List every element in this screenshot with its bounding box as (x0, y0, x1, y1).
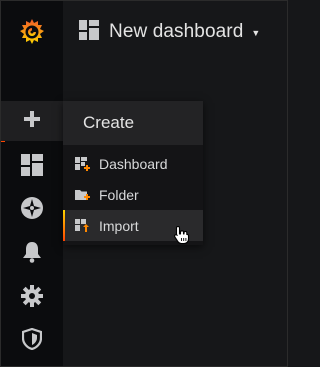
menu-item-label: Dashboard (99, 155, 168, 172)
chevron-down-icon[interactable]: ▼ (251, 28, 260, 38)
folder-add-icon (75, 188, 91, 202)
menu-item-dashboard[interactable]: Dashboard (63, 148, 203, 179)
explore-button[interactable] (1, 190, 63, 230)
bell-icon (22, 241, 42, 268)
hand-pointer-cursor-icon (173, 225, 191, 250)
create-menu: Create Dashboard Folder Import (63, 101, 203, 245)
dashboard-grid-icon (79, 19, 99, 45)
menu-item-label: Folder (99, 186, 139, 203)
shield-icon (21, 327, 43, 355)
compass-icon (20, 196, 44, 225)
alerting-button[interactable] (1, 234, 63, 274)
import-icon (75, 218, 91, 233)
top-navbar: New dashboard ▼ (63, 1, 287, 63)
menu-item-label: Import (99, 217, 139, 234)
dashboards-icon (21, 153, 43, 181)
plus-icon (23, 110, 41, 133)
grafana-logo[interactable] (1, 9, 63, 55)
app-frame: New dashboard ▼ Create Dashboard Folder … (0, 0, 288, 367)
configuration-button[interactable] (1, 278, 63, 318)
dashboards-button[interactable] (1, 147, 63, 187)
sidebar (1, 1, 63, 366)
create-button[interactable] (1, 101, 63, 141)
create-menu-header[interactable]: Create (63, 101, 203, 145)
dashboard-add-icon (75, 156, 91, 171)
menu-item-folder[interactable]: Folder (63, 179, 203, 210)
gear-icon (21, 284, 43, 312)
dashboard-title-picker[interactable]: New dashboard (109, 21, 243, 43)
server-admin-button[interactable] (1, 321, 63, 361)
